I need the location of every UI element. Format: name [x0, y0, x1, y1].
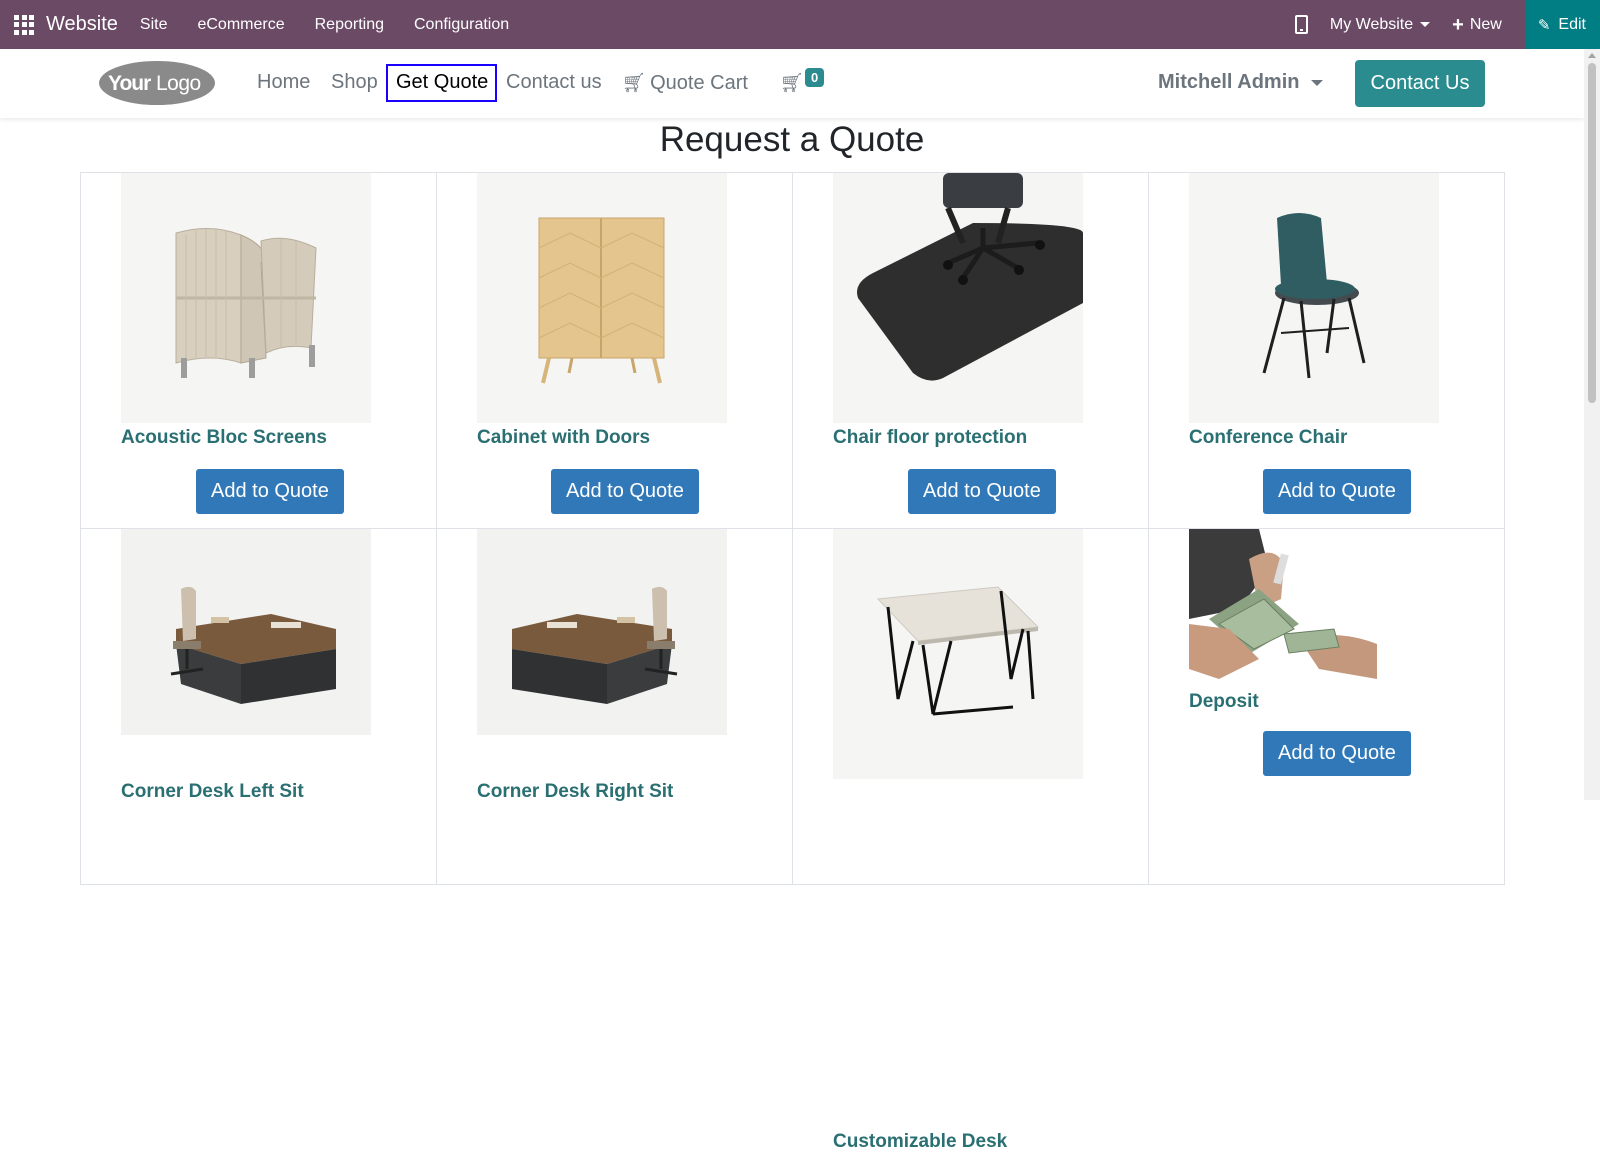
- site-header: Your Logo Home Shop Get Quote Contact us…: [0, 49, 1584, 118]
- new-button[interactable]: + New: [1452, 15, 1502, 35]
- chevron-down-icon: [1420, 22, 1431, 27]
- cart-link[interactable]: 🛒︎: [780, 71, 808, 95]
- acoustic-screen-image[interactable]: [121, 173, 371, 423]
- product-card: Acoustic Bloc Screens Add to Quote: [81, 173, 437, 529]
- company-logo[interactable]: Your Logo: [98, 60, 216, 106]
- product-card: Customizable Desk: [793, 529, 1149, 1152]
- nav-contact-us[interactable]: Contact us: [506, 71, 602, 94]
- product-name[interactable]: Conference Chair: [1189, 427, 1347, 449]
- nav-quote-cart[interactable]: 🛒︎ Quote Cart: [622, 71, 748, 95]
- product-name[interactable]: Acoustic Bloc Screens: [121, 427, 327, 449]
- edit-button-label: Edit: [1558, 15, 1586, 33]
- product-name[interactable]: Chair floor protection: [833, 427, 1027, 449]
- user-name: Mitchell Admin: [1158, 71, 1300, 93]
- product-card: Conference Chair Add to Quote: [1149, 173, 1505, 529]
- shopping-cart-icon: 🛒︎: [780, 73, 805, 94]
- product-card: Corner Desk Left Sit: [81, 529, 437, 885]
- contact-us-button[interactable]: Contact Us: [1355, 60, 1485, 107]
- cabinet-image[interactable]: [477, 173, 727, 423]
- admin-menu-ecommerce[interactable]: eCommerce: [197, 16, 284, 34]
- nav-quote-cart-label: Quote Cart: [650, 72, 748, 94]
- product-grid: Acoustic Bloc Screens Add to Quote Cabin…: [80, 172, 1505, 1152]
- plus-icon: +: [1452, 13, 1464, 36]
- cart-count-badge: 0: [805, 68, 825, 87]
- add-to-quote-button[interactable]: Add to Quote: [908, 469, 1056, 514]
- corner-desk-right-image[interactable]: [477, 529, 727, 735]
- scroll-up-arrow-icon[interactable]: [1588, 53, 1596, 58]
- floor-mat-image[interactable]: [833, 173, 1083, 423]
- nav-get-quote[interactable]: Get Quote: [386, 64, 498, 102]
- conference-chair-image[interactable]: [1189, 173, 1439, 423]
- scrollbar-thumb[interactable]: [1588, 63, 1596, 403]
- nav-home[interactable]: Home: [257, 71, 310, 94]
- admin-app-name[interactable]: Website: [46, 13, 118, 36]
- admin-navbar: Website Site eCommerce Reporting Configu…: [0, 0, 1600, 49]
- admin-menu-site[interactable]: Site: [140, 16, 168, 34]
- svg-text:Logo: Logo: [156, 72, 201, 95]
- chevron-down-icon: [1311, 79, 1324, 86]
- product-card: Cabinet with Doors Add to Quote: [437, 173, 793, 529]
- product-name[interactable]: Customizable Desk: [833, 1131, 1007, 1153]
- customizable-desk-image[interactable]: [833, 529, 1083, 779]
- new-button-label: New: [1469, 15, 1502, 33]
- deposit-money-image[interactable]: [1189, 529, 1377, 686]
- product-name[interactable]: Cabinet with Doors: [477, 427, 650, 449]
- edit-button[interactable]: ✎ Edit: [1525, 0, 1600, 49]
- corner-desk-left-image[interactable]: [121, 529, 371, 735]
- svg-text:Your: Your: [108, 72, 151, 95]
- add-to-quote-button[interactable]: Add to Quote: [196, 469, 344, 514]
- admin-menu-configuration[interactable]: Configuration: [414, 16, 509, 34]
- website-selector-label: My Website: [1329, 15, 1414, 33]
- page-title: Request a Quote: [659, 120, 925, 159]
- product-card: Deposit Add to Quote: [1149, 529, 1505, 885]
- add-to-quote-button[interactable]: Add to Quote: [1263, 731, 1411, 776]
- pencil-icon: ✎: [1537, 16, 1551, 34]
- user-menu[interactable]: Mitchell Admin: [1158, 71, 1324, 94]
- product-card: Corner Desk Right Sit: [437, 529, 793, 885]
- add-to-quote-button[interactable]: Add to Quote: [1263, 469, 1411, 514]
- product-card: Chair floor protection Add to Quote: [793, 173, 1149, 529]
- product-name[interactable]: Deposit: [1189, 691, 1259, 713]
- apps-grid-icon[interactable]: [14, 14, 34, 35]
- page-scrollbar[interactable]: [1584, 49, 1600, 800]
- nav-shop[interactable]: Shop: [331, 71, 378, 94]
- admin-menu-reporting[interactable]: Reporting: [315, 16, 384, 34]
- add-to-quote-button[interactable]: Add to Quote: [551, 469, 699, 514]
- website-selector[interactable]: My Website: [1329, 15, 1431, 34]
- mobile-phone-icon[interactable]: [1294, 15, 1308, 34]
- cart-icon: 🛒︎: [622, 73, 647, 94]
